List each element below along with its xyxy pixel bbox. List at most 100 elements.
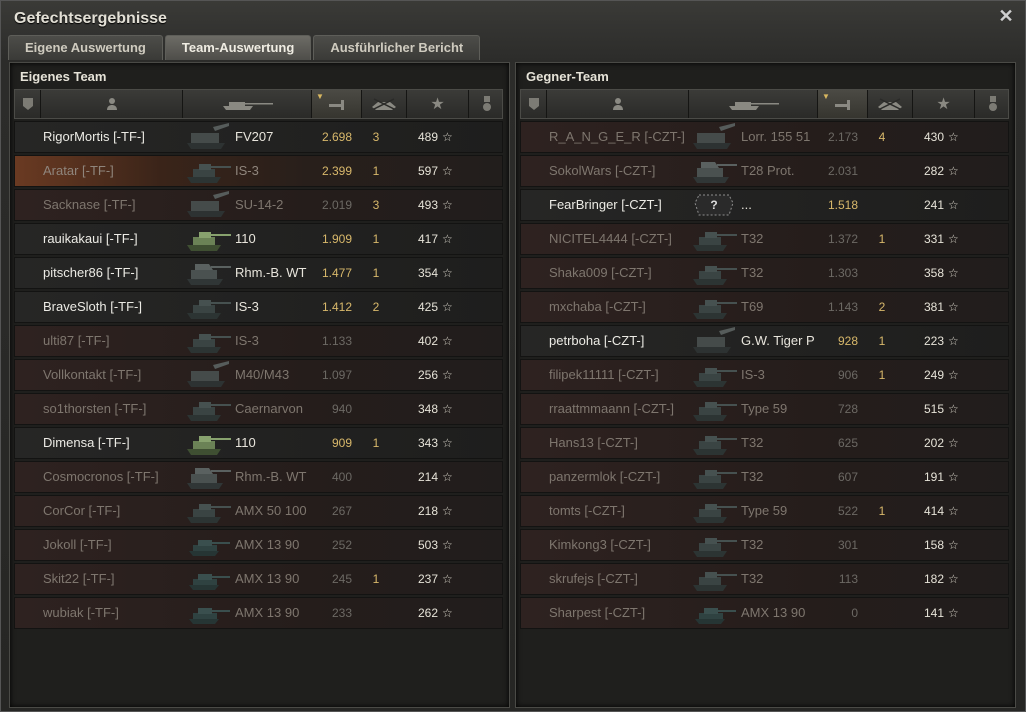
vehicle-name: Type 59 xyxy=(741,503,788,518)
damage-column-header[interactable]: ▼ xyxy=(818,90,868,118)
tab-detailed-report[interactable]: Ausführlicher Bericht xyxy=(313,35,481,60)
player-row[interactable]: ulti87 [-TF-] IS-3 1.133 402 ☆ xyxy=(14,325,503,357)
xp-value: 425 xyxy=(417,300,438,314)
squad-column-header[interactable] xyxy=(521,90,547,118)
player-row[interactable]: pitscher86 [-TF-] Rhm.-B. WT 1.477 1 354 ☆ xyxy=(14,257,503,289)
player-row[interactable]: skrufejs [-CZT-] T32 113 182 ☆ xyxy=(520,563,1009,595)
damage-column-header[interactable]: ▼ xyxy=(312,90,362,118)
player-row[interactable]: NICITEL4444 [-CZT-] T32 1.372 1 331 ☆ xyxy=(520,223,1009,255)
kills-value: 3 xyxy=(372,130,380,144)
own-team-rows: RigorMortis [-TF-] FV207 2.698 3 489 ☆ Aratar … xyxy=(14,121,503,631)
light-tank-icon xyxy=(183,599,233,627)
battle-results-window: Gefechtsergebnisse ✕ Eigene Auswertung T… xyxy=(0,0,1026,712)
damage-value: 1.097 xyxy=(321,368,352,382)
xp-value: 430 xyxy=(923,130,944,144)
damage-value: 267 xyxy=(331,504,352,518)
tab-team-evaluation[interactable]: Team-Auswertung xyxy=(164,35,312,60)
vehicle-column-header[interactable] xyxy=(689,90,818,118)
xp-column-header[interactable]: ★ xyxy=(913,90,975,118)
damage-value: 1.303 xyxy=(827,266,858,280)
player-row[interactable]: R_A_N_G_E_R [-CZT-] Lorr. 155 51 2.173 4 430… xyxy=(520,121,1009,153)
heavy-tank-icon xyxy=(689,531,739,559)
player-name: Shaka009 [-CZT-] xyxy=(549,265,652,280)
xp-star-icon: ☆ xyxy=(948,572,959,586)
player-name: Hans13 [-CZT-] xyxy=(549,435,638,450)
xp-column-header[interactable]: ★ xyxy=(407,90,469,118)
player-row[interactable]: RigorMortis [-TF-] FV207 2.698 3 489 ☆ xyxy=(14,121,503,153)
heavy-tank-icon xyxy=(689,259,739,287)
player-row[interactable]: Aratar [-TF-] IS-3 2.399 1 597 ☆ xyxy=(14,155,503,187)
player-row[interactable]: filipek11111 [-CZT-] IS-3 906 1 249 ☆ xyxy=(520,359,1009,391)
kills-value: 1 xyxy=(878,232,886,246)
player-row[interactable]: Kimkong3 [-CZT-] T32 301 158 ☆ xyxy=(520,529,1009,561)
xp-star-icon: ☆ xyxy=(948,368,959,382)
damage-value: 940 xyxy=(331,402,352,416)
vehicle-name: IS-3 xyxy=(235,333,259,348)
player-row[interactable]: Vollkontakt [-TF-] M40/M43 1.097 256 ☆ xyxy=(14,359,503,391)
kills-column-header[interactable] xyxy=(362,90,407,118)
player-row[interactable]: Sacknase [-TF-] SU-14-2 2.019 3 493 ☆ xyxy=(14,189,503,221)
heavy-tank-icon xyxy=(689,293,739,321)
player-row[interactable]: FearBringer [-CZT-]?... 1.518 241 ☆ xyxy=(520,189,1009,221)
player-row[interactable]: mxchaba [-CZT-] T69 1.143 2 381 ☆ xyxy=(520,291,1009,323)
platoon-icon xyxy=(528,98,539,110)
player-name: pitscher86 [-TF-] xyxy=(43,265,139,280)
player-row[interactable]: Hans13 [-CZT-] T32 625 202 ☆ xyxy=(520,427,1009,459)
kills-column-header[interactable] xyxy=(868,90,913,118)
squad-column-header[interactable] xyxy=(15,90,41,118)
player-row[interactable]: BraveSloth [-TF-] IS-3 1.412 2 425 ☆ xyxy=(14,291,503,323)
vehicle-column-header[interactable] xyxy=(183,90,312,118)
player-row[interactable]: rraattmmaann [-CZT-] Type 59 728 515 ☆ xyxy=(520,393,1009,425)
player-row[interactable]: Sharpest [-CZT-] AMX 13 90 0 141 ☆ xyxy=(520,597,1009,629)
player-row[interactable]: panzermlok [-CZT-] T32 607 191 ☆ xyxy=(520,461,1009,493)
player-row[interactable]: Skit22 [-TF-] AMX 13 90 245 1 237 ☆ xyxy=(14,563,503,595)
vehicle-name: AMX 13 90 xyxy=(741,605,806,620)
player-row[interactable]: so1thorsten [-TF-] Caernarvon 940 348 ☆ xyxy=(14,393,503,425)
xp-star-icon: ☆ xyxy=(948,300,959,314)
damage-value: 2.031 xyxy=(827,164,858,178)
xp-value: 493 xyxy=(417,198,438,212)
spg-tank-icon xyxy=(689,123,739,151)
player-row[interactable]: CorCor [-TF-] AMX 50 100 267 218 ☆ xyxy=(14,495,503,527)
medal-column-header[interactable] xyxy=(469,90,504,118)
player-row[interactable]: Shaka009 [-CZT-] T32 1.303 358 ☆ xyxy=(520,257,1009,289)
medal-icon xyxy=(988,96,997,111)
kills-value: 1 xyxy=(372,436,380,450)
player-name: Jokoll [-TF-] xyxy=(43,537,112,552)
player-row[interactable]: rauikakaui [-TF-] 110 1.909 1 417 ☆ xyxy=(14,223,503,255)
player-row[interactable]: wubiak [-TF-] AMX 13 90 233 262 ☆ xyxy=(14,597,503,629)
own-team-header: ▼ ★ xyxy=(14,89,503,119)
heavy-tank-icon xyxy=(183,293,233,321)
xp-value: 214 xyxy=(417,470,438,484)
vehicle-name: T32 xyxy=(741,469,764,484)
player-name: rraattmmaann [-CZT-] xyxy=(549,401,674,416)
medal-column-header[interactable] xyxy=(975,90,1010,118)
player-name: petrboha [-CZT-] xyxy=(549,333,645,348)
damage-value: 906 xyxy=(837,368,858,382)
player-row[interactable]: Dimensa [-TF-] 110 909 1 343 ☆ xyxy=(14,427,503,459)
close-icon[interactable]: ✕ xyxy=(998,7,1014,25)
vehicle-name: AMX 50 100 xyxy=(235,503,307,518)
damage-value: 2.399 xyxy=(321,164,352,178)
xp-star-icon: ☆ xyxy=(948,164,959,178)
destroyed-tank-icon xyxy=(372,98,396,110)
sort-arrow-icon: ▼ xyxy=(316,92,324,101)
player-column-header[interactable] xyxy=(41,90,183,118)
xp-value: 489 xyxy=(417,130,438,144)
player-name: ulti87 [-TF-] xyxy=(43,333,110,348)
player-row[interactable]: SokolWars [-CZT-] T28 Prot. 2.031 282 ☆ xyxy=(520,155,1009,187)
player-name: CorCor [-TF-] xyxy=(43,503,121,518)
damage-value: 625 xyxy=(837,436,858,450)
player-column-header[interactable] xyxy=(547,90,689,118)
player-row[interactable]: Jokoll [-TF-] AMX 13 90 252 503 ☆ xyxy=(14,529,503,561)
damage-value: 2.173 xyxy=(827,130,858,144)
light-tank-icon xyxy=(689,599,739,627)
player-name: skrufejs [-CZT-] xyxy=(549,571,638,586)
player-row[interactable]: tomts [-CZT-] Type 59 522 1 414 ☆ xyxy=(520,495,1009,527)
player-row[interactable]: petrboha [-CZT-] G.W. Tiger P 928 1 223 ☆ xyxy=(520,325,1009,357)
damage-value: 2.698 xyxy=(321,130,352,144)
xp-value: 202 xyxy=(923,436,944,450)
tab-own-evaluation[interactable]: Eigene Auswertung xyxy=(8,35,163,60)
td-tank-icon xyxy=(689,157,739,185)
player-row[interactable]: Cosmocronos [-TF-] Rhm.-B. WT 400 214 ☆ xyxy=(14,461,503,493)
